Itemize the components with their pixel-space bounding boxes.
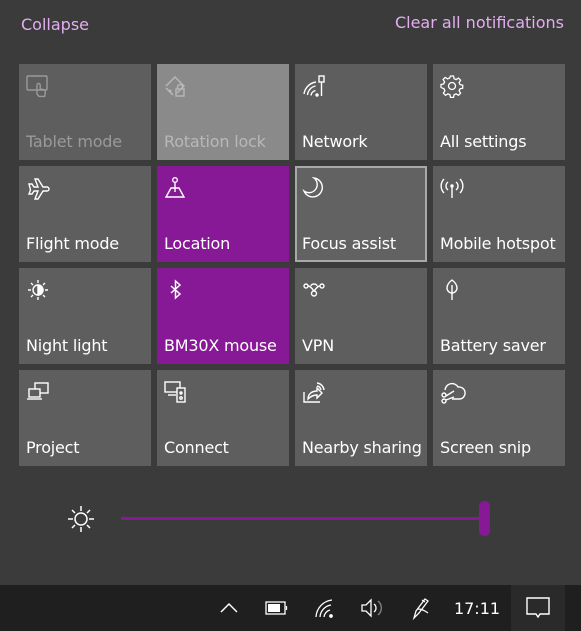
brightness-control [0,496,581,542]
brightness-slider-thumb[interactable] [479,501,490,536]
tile-label: Mobile hotspot [440,234,556,253]
tile-label: Location [164,234,231,253]
volume-icon[interactable] [358,585,388,631]
gear-icon [440,74,466,100]
tile-label: All settings [440,132,527,151]
tile-night-light[interactable]: Night light [19,268,151,364]
tile-focus-assist[interactable]: Focus assist [295,166,427,262]
show-desktop-button[interactable] [565,585,581,631]
action-center-icon[interactable] [511,585,565,631]
rotation-lock-icon [164,74,190,100]
network-icon [302,74,328,100]
tile-battery-saver[interactable]: Battery saver [433,268,565,364]
tile-label: Screen snip [440,438,531,457]
wifi-icon[interactable] [312,585,340,631]
tile-project[interactable]: Project [19,370,151,466]
tile-label: Battery saver [440,336,546,355]
vpn-icon [302,278,328,304]
clock[interactable]: 17:11 [447,585,507,631]
connect-icon [164,380,190,406]
tile-bluetooth-bm30x-mouse[interactable]: BM30X mouse [157,268,289,364]
tile-mobile-hotspot[interactable]: Mobile hotspot [433,166,565,262]
project-icon [26,380,52,406]
battery-icon[interactable] [262,585,292,631]
tile-label: Network [302,132,368,151]
chevron-up-icon[interactable] [215,585,243,631]
tile-nearby-sharing[interactable]: Nearby sharing [295,370,427,466]
bluetooth-icon [164,278,190,304]
tile-label: Nearby sharing [302,438,422,457]
tile-rotation-lock[interactable]: Rotation lock [157,64,289,160]
tile-label: Focus assist [302,234,396,253]
tile-all-settings[interactable]: All settings [433,64,565,160]
quick-actions-grid: Tablet mode Rotation lock Network All se… [19,64,565,466]
tile-vpn[interactable]: VPN [295,268,427,364]
tablet-mode-icon [26,74,52,100]
tile-label: VPN [302,336,334,355]
clear-all-notifications-link[interactable]: Clear all notifications [395,13,564,32]
tile-label: Flight mode [26,234,119,253]
tile-flight-mode[interactable]: Flight mode [19,166,151,262]
screen-snip-icon [440,380,466,406]
tile-location[interactable]: Location [157,166,289,262]
tile-connect[interactable]: Connect [157,370,289,466]
airplane-icon [26,176,52,202]
tile-label: BM30X mouse [164,336,277,355]
moon-icon [302,176,328,202]
action-center-header: Collapse Clear all notifications [0,0,581,50]
brightness-slider-track[interactable] [121,517,483,520]
tile-screen-snip[interactable]: Screen snip [433,370,565,466]
tile-label: Tablet mode [26,132,122,151]
nearby-sharing-icon [302,380,328,406]
hotspot-icon [440,176,466,202]
location-icon [164,176,190,202]
tile-label: Night light [26,336,108,355]
tile-label: Rotation lock [164,132,266,151]
tile-tablet-mode[interactable]: Tablet mode [19,64,151,160]
tile-network[interactable]: Network [295,64,427,160]
leaf-icon [440,278,466,304]
tile-label: Project [26,438,80,457]
brightness-icon [66,504,96,534]
taskbar: 17:11 [0,585,581,631]
tile-label: Connect [164,438,229,457]
night-light-icon [26,278,52,304]
collapse-link[interactable]: Collapse [21,15,89,34]
pen-icon[interactable] [406,585,436,631]
